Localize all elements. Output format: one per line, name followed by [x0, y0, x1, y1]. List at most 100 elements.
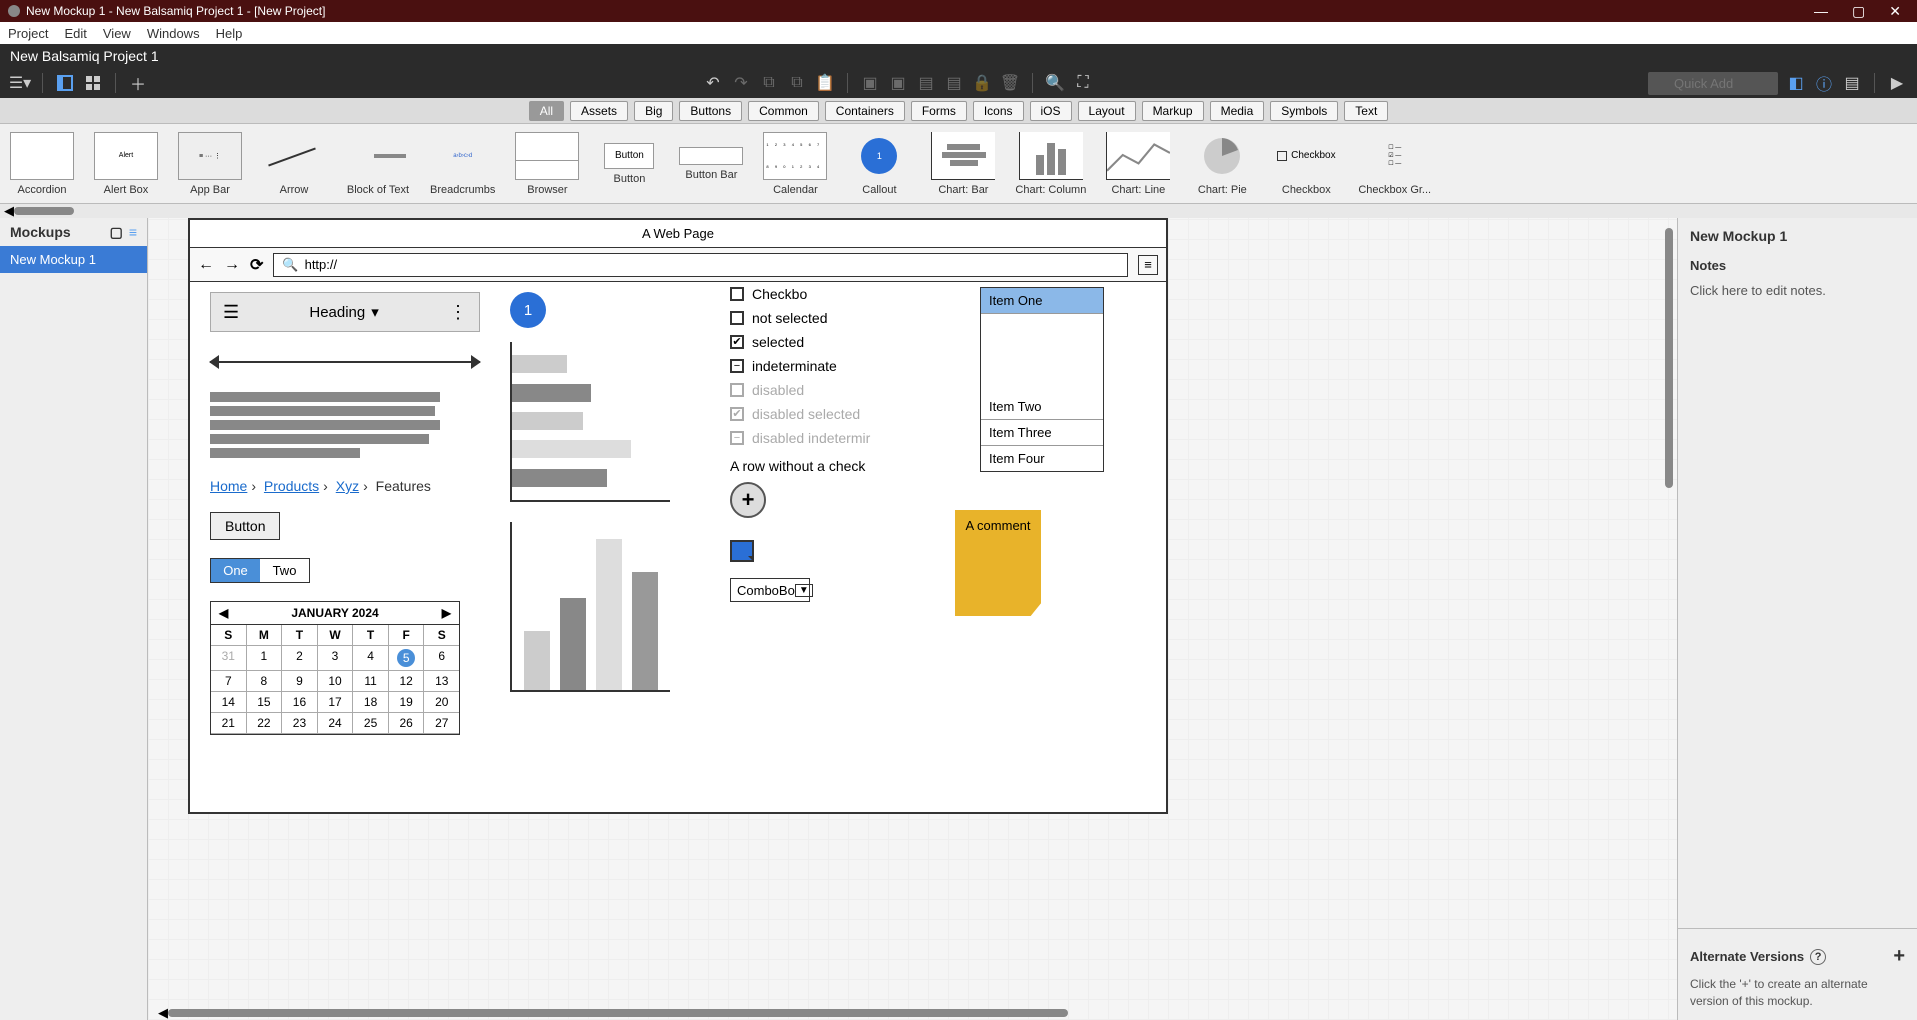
filter-symbols[interactable]: Symbols [1270, 101, 1338, 121]
checkboxgroup-mockup[interactable]: Checkbo not selected selected indetermin… [730, 282, 890, 478]
list-item[interactable]: Item Three [981, 420, 1103, 446]
filter-buttons[interactable]: Buttons [679, 101, 742, 121]
canvas-hscrollbar[interactable]: ◀ [158, 1008, 1657, 1018]
list-item[interactable]: Item Two [981, 394, 1103, 420]
arrow-mockup[interactable] [210, 352, 480, 372]
lib-buttonbar[interactable]: Button Bar [679, 147, 743, 181]
list-item[interactable]: Item One [981, 288, 1103, 314]
crumb-products[interactable]: Products [264, 478, 319, 494]
button-mockup[interactable]: Button [210, 512, 280, 540]
circle-add-button[interactable]: + [730, 482, 766, 518]
filter-text[interactable]: Text [1344, 101, 1388, 121]
mockup-item[interactable]: New Mockup 1 [0, 246, 147, 273]
present-icon[interactable]: ▶ [1887, 73, 1907, 93]
url-bar[interactable]: 🔍 http:// [273, 253, 1128, 277]
lib-button[interactable]: ButtonButton [599, 143, 659, 185]
filter-markup[interactable]: Markup [1142, 101, 1204, 121]
menu-view[interactable]: View [103, 26, 131, 41]
back-icon[interactable]: ▤ [944, 73, 964, 93]
cut-icon[interactable]: ⧉ [787, 73, 807, 93]
add-icon[interactable]: ＋ [128, 73, 148, 93]
quickadd-input[interactable] [1648, 72, 1778, 95]
ungroup-icon[interactable]: ▣ [888, 73, 908, 93]
notes-area[interactable]: Click here to edit notes. [1690, 283, 1905, 298]
view-split-icon[interactable] [55, 73, 75, 93]
lib-calendar[interactable]: 12345678901234Calendar [763, 132, 827, 196]
undo-icon[interactable]: ↶ [703, 73, 723, 93]
callout-mockup[interactable]: 1 [510, 292, 546, 328]
delete-icon[interactable]: 🗑 [1000, 73, 1020, 93]
filter-all[interactable]: All [529, 101, 564, 121]
dropdown-icon[interactable]: ▾ [371, 303, 379, 321]
columnchart-mockup[interactable] [510, 522, 670, 692]
filter-assets[interactable]: Assets [570, 101, 628, 121]
lib-checkboxgroup[interactable]: ☐ —☑ —☐ —Checkbox Gr... [1358, 132, 1431, 196]
hamburger-icon[interactable]: ≡ [1138, 255, 1158, 275]
menu-help[interactable]: Help [216, 26, 243, 41]
lib-browser[interactable]: Browser [515, 132, 579, 196]
tab-two[interactable]: Two [260, 559, 309, 582]
paste-icon[interactable]: 📋 [815, 73, 835, 93]
view-grid-icon[interactable] [83, 73, 103, 93]
lib-callout[interactable]: 1Callout [847, 132, 911, 196]
zoomfit-icon[interactable]: ⛶ [1073, 73, 1093, 93]
listbox-mockup[interactable]: Item One Item Two Item Three Item Four [980, 287, 1104, 472]
nav-toggle-icon[interactable]: ☰▾ [10, 73, 30, 93]
lib-chartcol[interactable]: Chart: Column [1015, 132, 1086, 196]
minimize-icon[interactable]: — [1814, 3, 1828, 20]
appbar-mockup[interactable]: ☰ Heading ▾ ⋮ [210, 292, 480, 332]
stickynote-mockup[interactable]: A comment [955, 510, 1041, 616]
lib-chartline[interactable]: Chart: Line [1106, 132, 1170, 196]
lib-arrow[interactable]: Arrow [262, 132, 326, 196]
panel-toggle-icon[interactable]: ◧ [1786, 73, 1806, 93]
lib-chartbar[interactable]: Chart: Bar [931, 132, 995, 196]
filter-media[interactable]: Media [1210, 101, 1265, 121]
zoom-icon[interactable]: 🔍 [1045, 73, 1065, 93]
help-icon[interactable]: ? [1810, 949, 1826, 965]
barchart-mockup[interactable] [510, 342, 670, 502]
filter-icons[interactable]: Icons [973, 101, 1024, 121]
lib-checkbox[interactable]: CheckboxCheckbox [1274, 132, 1338, 196]
reload-icon[interactable]: ⟳ [250, 255, 263, 275]
filter-big[interactable]: Big [634, 101, 673, 121]
back-icon[interactable]: ← [198, 256, 214, 274]
combobox-mockup[interactable]: ComboBo▼ [730, 578, 810, 602]
maximize-icon[interactable]: ▢ [1852, 3, 1865, 20]
library-scrollbar[interactable]: ◀ [0, 204, 1917, 218]
close-icon[interactable]: ✕ [1889, 3, 1901, 20]
lib-textblock[interactable]: Block of Text [346, 132, 410, 196]
browser-mockup[interactable]: A Web Page ← → ⟳ 🔍 http:// ≡ ☰ Heading ▾… [188, 218, 1168, 814]
lib-breadcrumbs[interactable]: a›b›c›dBreadcrumbs [430, 132, 495, 196]
group-icon[interactable]: ▣ [860, 73, 880, 93]
info-icon[interactable]: ⓘ [1814, 73, 1834, 93]
list-item[interactable]: Item Four [981, 446, 1103, 471]
colorpicker-mockup[interactable] [730, 540, 754, 562]
front-icon[interactable]: ▤ [916, 73, 936, 93]
menu-icon[interactable]: ☰ [223, 302, 239, 323]
filter-containers[interactable]: Containers [825, 101, 905, 121]
cal-prev-icon[interactable]: ◀ [219, 606, 228, 620]
panel-grid-icon[interactable]: ▢ [110, 224, 123, 241]
crumb-home[interactable]: Home [210, 478, 247, 494]
buttonbar-mockup[interactable]: One Two [210, 558, 310, 583]
canvas[interactable]: A Web Page ← → ⟳ 🔍 http:// ≡ ☰ Heading ▾… [148, 218, 1677, 1020]
more-icon[interactable]: ⋮ [449, 302, 467, 323]
tab-one[interactable]: One [211, 559, 260, 582]
menu-windows[interactable]: Windows [147, 26, 200, 41]
lib-alertbox[interactable]: AlertAlert Box [94, 132, 158, 196]
breadcrumb-mockup[interactable]: Home› Products› Xyz› Features [210, 478, 1146, 494]
panel-list-icon[interactable]: ≡ [129, 224, 137, 241]
lock-icon[interactable]: 🔒 [972, 73, 992, 93]
list-view-icon[interactable]: ▤ [1842, 73, 1862, 93]
menu-edit[interactable]: Edit [64, 26, 86, 41]
filter-layout[interactable]: Layout [1078, 101, 1136, 121]
lib-accordion[interactable]: Accordion [10, 132, 74, 196]
filter-forms[interactable]: Forms [911, 101, 967, 121]
textblock-mockup[interactable] [210, 392, 440, 458]
redo-icon[interactable]: ↷ [731, 73, 751, 93]
calendar-mockup[interactable]: ◀ JANUARY 2024 ▶ SMTWTFS 31123456 789101… [210, 601, 460, 735]
filter-common[interactable]: Common [748, 101, 819, 121]
add-version-icon[interactable]: + [1893, 945, 1905, 968]
crumb-xyz[interactable]: Xyz [336, 478, 359, 494]
menu-project[interactable]: Project [8, 26, 48, 41]
